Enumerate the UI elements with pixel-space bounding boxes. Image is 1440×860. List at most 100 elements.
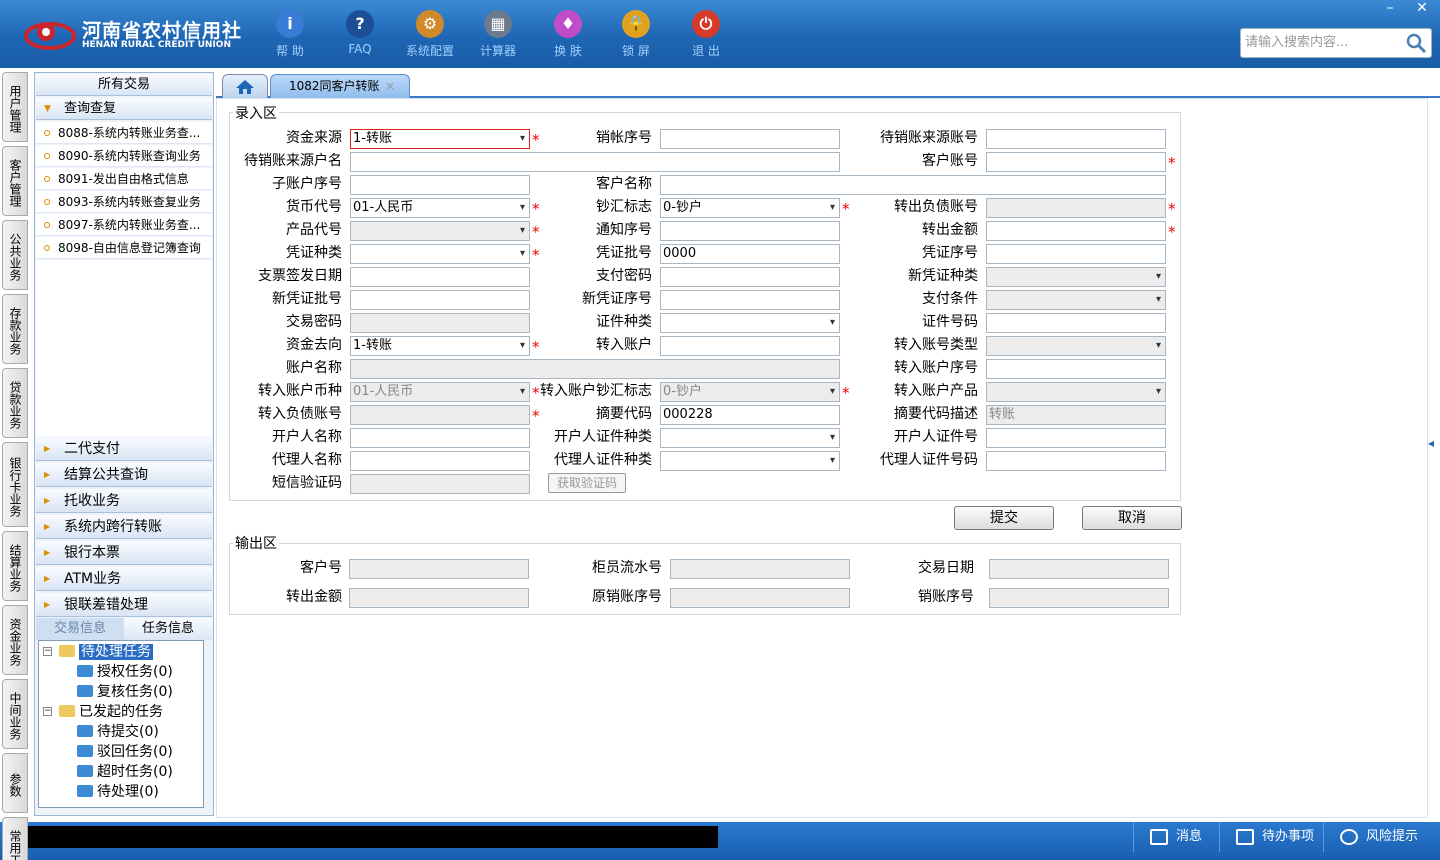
transaction-item[interactable]: 8093-系统内转账查复业务 — [36, 191, 212, 213]
tree-node[interactable]: 驳回任务(0) — [77, 742, 173, 762]
input-field[interactable] — [986, 244, 1166, 264]
input-field[interactable] — [986, 428, 1166, 448]
search-icon[interactable] — [1405, 32, 1427, 54]
output-field — [670, 559, 850, 579]
group-query-reply[interactable]: ▼ 查询查复 — [36, 98, 212, 120]
input-field[interactable] — [660, 290, 840, 310]
transaction-group[interactable]: ▶ 银联差错处理 — [36, 593, 212, 617]
bullet-icon — [44, 245, 50, 251]
select-field[interactable]: 1-转账 — [350, 129, 530, 149]
toolbar-button-label: 帮 助 — [276, 44, 304, 58]
transaction-group[interactable]: ▶ 二代支付 — [36, 437, 212, 461]
input-field[interactable] — [660, 267, 840, 287]
tree-node[interactable]: 待处理(0) — [77, 782, 159, 802]
search-input[interactable]: 请输入搜索内容... — [1240, 28, 1432, 58]
transaction-group[interactable]: ▶ ATM业务 — [36, 567, 212, 591]
tree-toggle-icon[interactable]: − — [43, 707, 52, 716]
tree-node[interactable]: − 待处理任务 — [43, 642, 153, 662]
transaction-item[interactable]: 8088-系统内转账业务查... — [36, 122, 212, 144]
minimize-button[interactable]: – — [1374, 0, 1406, 18]
vtab[interactable]: 用户管理 — [2, 72, 28, 142]
toolbar-button[interactable]: ⚙ 系统配置 — [398, 8, 462, 60]
output-label: 转出金额 — [286, 589, 342, 605]
toolbar-button[interactable]: ♦ 换 肤 — [536, 8, 600, 60]
input-field[interactable] — [986, 221, 1166, 241]
input-field[interactable]: 0000 — [660, 244, 840, 264]
tree-node[interactable]: − 已发起的任务 — [43, 702, 163, 722]
transaction-item[interactable]: 8090-系统内转账查询业务 — [36, 145, 212, 167]
field-label: 凭证序号 — [922, 245, 978, 261]
tree-node[interactable]: 待提交(0) — [77, 722, 159, 742]
input-field[interactable] — [986, 129, 1166, 149]
select-field[interactable] — [660, 428, 840, 448]
tree-node[interactable]: 授权任务(0) — [77, 662, 173, 682]
toolbar-button[interactable]: ⏻ 退 出 — [674, 8, 738, 60]
vtab[interactable]: 公共业务 — [2, 220, 28, 290]
toolbar-button[interactable]: i 帮 助 — [258, 8, 322, 60]
select-field[interactable]: 0-钞户 — [660, 198, 840, 218]
select-field[interactable]: 1-转账 — [350, 336, 530, 356]
status-item[interactable]: 消息 — [1133, 822, 1202, 852]
input-field[interactable] — [350, 290, 530, 310]
status-item-label: 风险提示 — [1366, 829, 1419, 844]
toolbar-button[interactable]: 🔒 锁 屏 — [604, 8, 668, 60]
input-field[interactable] — [350, 152, 840, 172]
transaction-group[interactable]: ▶ 银行本票 — [36, 541, 212, 565]
get-verification-code-button[interactable]: 获取验证码 — [548, 473, 626, 493]
field-label: 新凭证批号 — [272, 291, 342, 307]
cancel-button[interactable]: 取消 — [1082, 506, 1182, 530]
select-field[interactable] — [660, 451, 840, 471]
collapse-right-icon[interactable]: ◂ — [1428, 436, 1438, 452]
vtab[interactable]: 贷款业务 — [2, 368, 28, 438]
tree-toggle-icon[interactable]: − — [43, 647, 52, 656]
tab-task-info[interactable]: 任务信息 — [124, 618, 212, 640]
transaction-group[interactable]: ▶ 结算公共查询 — [36, 463, 212, 487]
tab-active[interactable]: 1082同客户转账 × — [270, 74, 410, 98]
input-field[interactable] — [350, 451, 530, 471]
vtab[interactable]: 存款业务 — [2, 294, 28, 364]
tab-transaction-info[interactable]: 交易信息 — [36, 618, 124, 640]
tab-close-icon[interactable]: × — [385, 75, 395, 97]
input-field[interactable] — [350, 175, 530, 195]
input-field[interactable]: 000228 — [660, 405, 840, 425]
tree-node[interactable]: 复核任务(0) — [77, 682, 173, 702]
toolbar-button[interactable]: ? FAQ — [328, 8, 392, 60]
input-field[interactable] — [350, 428, 530, 448]
status-item[interactable]: 风险提示 — [1323, 822, 1418, 852]
transaction-item[interactable]: 8097-系统内转账业务查... — [36, 214, 212, 236]
vtab[interactable]: 客户管理 — [2, 146, 28, 216]
transaction-group-label: 系统内跨行转账 — [64, 519, 162, 535]
select-field — [986, 382, 1166, 402]
input-field[interactable] — [986, 313, 1166, 333]
close-button[interactable]: ✕ — [1406, 0, 1438, 18]
select-field[interactable]: 01-人民币 — [350, 198, 530, 218]
input-field[interactable] — [350, 267, 530, 287]
tree-node[interactable]: 超时任务(0) — [77, 762, 173, 782]
transaction-group[interactable]: ▶ 系统内跨行转账 — [36, 515, 212, 539]
toolbar-button[interactable]: ▦ 计算器 — [466, 8, 530, 60]
vtab[interactable]: 参数 — [2, 753, 28, 813]
status-item[interactable]: 待办事项 — [1219, 822, 1314, 852]
input-field[interactable] — [986, 451, 1166, 471]
input-field[interactable] — [660, 336, 840, 356]
vtab[interactable]: 资金业务 — [2, 605, 28, 675]
input-field[interactable] — [986, 152, 1166, 172]
select-field[interactable] — [660, 313, 840, 333]
vtab[interactable]: 常用工具 — [2, 817, 28, 860]
input-field[interactable] — [660, 221, 840, 241]
field-label: 摘要代码 — [596, 406, 652, 422]
select-field[interactable] — [350, 244, 530, 264]
input-field[interactable] — [660, 129, 840, 149]
transaction-item[interactable]: 8098-自由信息登记簿查询 — [36, 237, 212, 259]
input-field[interactable] — [986, 359, 1166, 379]
vtab[interactable]: 结算业务 — [2, 531, 28, 601]
vtab[interactable]: 中间业务 — [2, 679, 28, 749]
transaction-group-label: ATM业务 — [64, 571, 122, 587]
input-field[interactable] — [660, 175, 1166, 195]
transaction-item[interactable]: 8091-发出自由格式信息 — [36, 168, 212, 190]
select-field — [986, 336, 1166, 356]
transaction-group[interactable]: ▶ 托收业务 — [36, 489, 212, 513]
vtab[interactable]: 银行卡业务 — [2, 442, 28, 527]
submit-button[interactable]: 提交 — [954, 506, 1054, 530]
tab-home[interactable] — [222, 74, 268, 98]
